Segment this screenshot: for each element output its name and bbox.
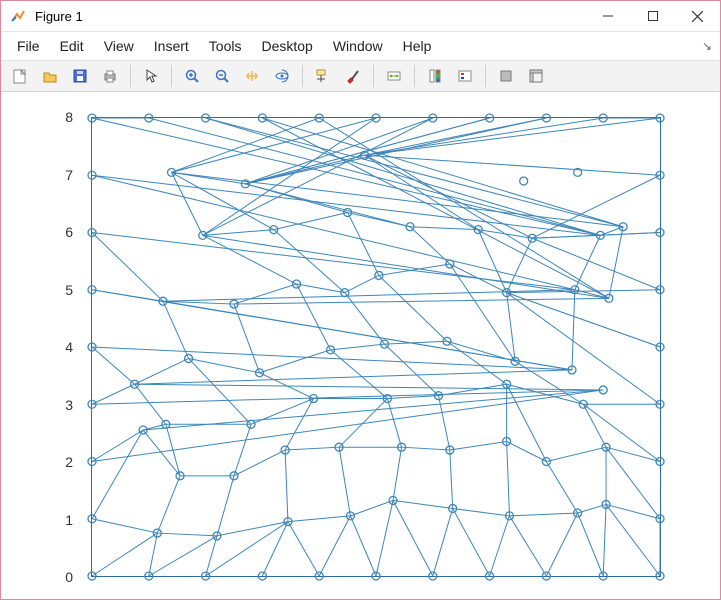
new-figure-icon[interactable] <box>6 63 34 89</box>
zoom-out-icon[interactable] <box>208 63 236 89</box>
menu-edit[interactable]: Edit <box>50 34 94 58</box>
maximize-button[interactable] <box>630 1 675 31</box>
ytick-label: 0 <box>2 569 73 585</box>
rotate3d-icon[interactable] <box>268 63 296 89</box>
pointer-icon[interactable] <box>137 63 165 89</box>
toolbar <box>1 60 720 92</box>
figure-canvas[interactable]: 0 1 2 3 4 5 6 7 8 <box>1 92 720 599</box>
ytick-label: 6 <box>2 224 73 240</box>
ytick-label: 3 <box>2 397 73 413</box>
ytick-label: 8 <box>2 109 73 125</box>
dock-arrow-icon[interactable]: ↘ <box>702 39 720 53</box>
ytick-label: 2 <box>2 454 73 470</box>
link-plot-icon[interactable] <box>380 63 408 89</box>
menu-desktop[interactable]: Desktop <box>251 34 322 58</box>
open-icon[interactable] <box>36 63 64 89</box>
ytick-label: 1 <box>2 512 73 528</box>
print-icon[interactable] <box>96 63 124 89</box>
titlebar: Figure 1 <box>1 1 720 32</box>
minimize-button[interactable] <box>585 1 630 31</box>
menu-tools[interactable]: Tools <box>199 34 252 58</box>
menu-insert[interactable]: Insert <box>144 34 199 58</box>
pan-icon[interactable] <box>238 63 266 89</box>
insert-colorbar-icon[interactable] <box>421 63 449 89</box>
close-button[interactable] <box>675 1 720 31</box>
data-cursor-icon[interactable] <box>309 63 337 89</box>
zoom-in-icon[interactable] <box>178 63 206 89</box>
save-icon[interactable] <box>66 63 94 89</box>
menubar: File Edit View Insert Tools Desktop Wind… <box>1 32 720 60</box>
ytick-label: 4 <box>2 339 73 355</box>
axes[interactable] <box>91 117 661 577</box>
ytick-label: 7 <box>2 167 73 183</box>
window-title: Figure 1 <box>35 9 83 24</box>
mesh-plot <box>92 118 660 576</box>
menu-file[interactable]: File <box>7 34 50 58</box>
ytick-label: 5 <box>2 282 73 298</box>
menu-window[interactable]: Window <box>323 34 393 58</box>
matlab-icon <box>11 8 27 24</box>
show-plot-tools-icon[interactable] <box>522 63 550 89</box>
brush-icon[interactable] <box>339 63 367 89</box>
figure-window: Figure 1 File Edit View Insert Tools Des… <box>0 0 721 600</box>
insert-legend-icon[interactable] <box>451 63 479 89</box>
menu-view[interactable]: View <box>94 34 144 58</box>
hide-plot-tools-icon[interactable] <box>492 63 520 89</box>
menu-help[interactable]: Help <box>393 34 442 58</box>
